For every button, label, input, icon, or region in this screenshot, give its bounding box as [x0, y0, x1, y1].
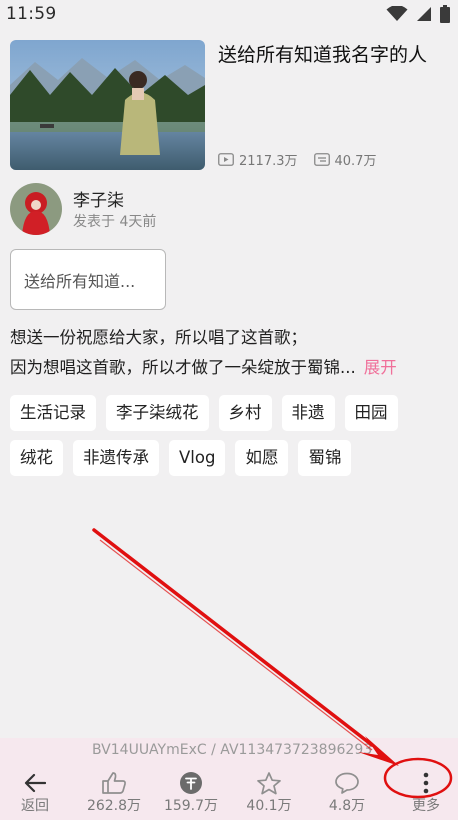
favorite-button[interactable]: 40.1万: [234, 770, 304, 815]
video-stats: 2117.3万 40.7万: [218, 150, 376, 169]
author-name[interactable]: 李子柒: [73, 186, 124, 211]
collection-card[interactable]: 送给所有知道...: [10, 249, 166, 310]
more-dots-icon: [423, 772, 429, 794]
video-description: 想送一份祝愿给大家，所以唱了这首歌； 因为想唱这首歌，所以才做了一朵绽放于蜀锦.…: [10, 323, 450, 383]
description-line-1: 想送一份祝愿给大家，所以唱了这首歌；: [10, 328, 307, 347]
tag[interactable]: 生活记录: [10, 395, 96, 431]
video-thumbnail[interactable]: [10, 40, 205, 170]
tag[interactable]: 蜀锦: [298, 440, 352, 476]
like-count: 262.8万: [86, 798, 142, 814]
comment-bubble-icon: [335, 772, 359, 794]
back-label: 返回: [21, 798, 49, 814]
comment-button[interactable]: 4.8万: [312, 770, 382, 815]
coin-button[interactable]: 159.7万: [156, 770, 226, 815]
video-title: 送给所有知道我名字的人: [218, 44, 428, 66]
status-icons: [386, 5, 450, 23]
avatar[interactable]: [10, 183, 62, 235]
wifi-icon: [386, 6, 408, 21]
comment-count: 4.8万: [328, 798, 366, 814]
post-time: 发表于 4天前: [73, 214, 157, 230]
back-arrow-icon: [24, 773, 46, 793]
coin-icon: [180, 772, 202, 794]
tag[interactable]: 非遗: [281, 395, 335, 431]
status-bar: 11:59: [0, 0, 458, 28]
annotation-arrow-shaft-shadow: [99, 539, 373, 751]
bottom-action-bar: BV14UUAYmExC / AV113473723896293 返回 262.…: [0, 738, 458, 820]
more-button[interactable]: 更多: [391, 770, 458, 815]
coin-count: 159.7万: [163, 798, 219, 814]
battery-icon: [440, 5, 450, 23]
play-count-icon: [218, 153, 234, 166]
more-label: 更多: [412, 798, 440, 814]
description-line-2: 因为想唱这首歌，所以才做了一朵绽放于蜀锦... 展开: [10, 353, 450, 383]
tag[interactable]: 如愿: [235, 440, 289, 476]
description-line-2-text: 因为想唱这首歌，所以才做了一朵绽放于蜀锦...: [10, 358, 356, 377]
tag[interactable]: Vlog: [169, 440, 226, 476]
tag[interactable]: 非遗传承: [73, 440, 159, 476]
danmaku-count-value: 40.7万: [334, 154, 377, 169]
cellular-signal-icon: [417, 7, 431, 21]
view-count-value: 2117.3万: [239, 154, 298, 169]
expand-link[interactable]: 展开: [364, 358, 397, 377]
star-icon: [257, 771, 281, 794]
action-row: 返回 262.8万 159.7万 40.1万 4.8万 更多: [0, 770, 458, 820]
danmaku-count: 40.7万: [313, 150, 377, 169]
author-row[interactable]: 李子柒 发表于 4天前: [10, 183, 310, 237]
tag-list: 生活记录 李子柒绒花 乡村 非遗 田园 绒花 非遗传承 Vlog 如愿 蜀锦: [10, 395, 450, 476]
tag[interactable]: 田园: [344, 395, 398, 431]
tag[interactable]: 绒花: [10, 440, 63, 476]
video-header: 送给所有知道我名字的人 2117.3万 40.7万: [10, 40, 450, 172]
tag[interactable]: 乡村: [218, 395, 272, 431]
annotation-arrow-shaft: [92, 528, 374, 747]
back-button[interactable]: 返回: [0, 770, 70, 815]
danmaku-icon: [313, 153, 330, 166]
tag[interactable]: 李子柒绒花: [106, 395, 209, 431]
video-id-line: BV14UUAYmExC / AV113473723896293: [92, 742, 373, 758]
like-button[interactable]: 262.8万: [79, 770, 149, 815]
thumbs-up-icon: [102, 772, 126, 794]
status-time: 11:59: [6, 4, 57, 24]
favorite-count: 40.1万: [246, 798, 292, 814]
view-count: 2117.3万: [218, 150, 298, 169]
